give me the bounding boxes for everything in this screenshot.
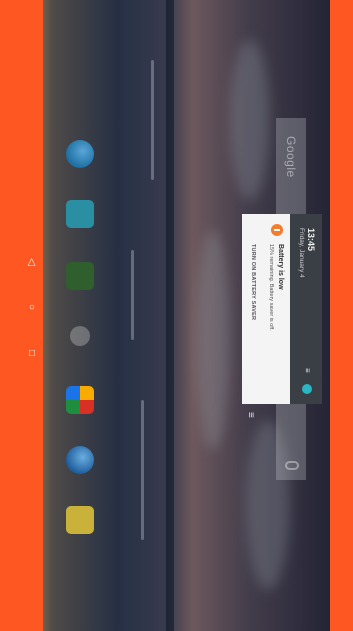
tune-icon[interactable]: ≡ <box>303 368 312 376</box>
clear-all-icon[interactable]: ≡ <box>245 412 256 418</box>
search-label: Google <box>284 136 298 178</box>
home-button[interactable]: ○ <box>25 304 37 310</box>
back-button[interactable]: ◁ <box>25 258 37 266</box>
camera-app[interactable] <box>66 200 94 228</box>
mic-icon[interactable] <box>285 461 299 470</box>
device-screen: Google 13:45 Friday, January 4 ≡ Battery… <box>0 0 353 631</box>
messaging-app[interactable] <box>66 262 94 290</box>
clock: 13:45 <box>306 228 316 252</box>
recents-button[interactable]: □ <box>25 350 37 356</box>
battery-saver-button[interactable]: TURN ON BATTERY SAVER <box>250 244 256 320</box>
navigation-bar: ◁ ○ □ <box>17 0 43 631</box>
avatar-icon[interactable] <box>302 384 312 394</box>
app-drawer-button[interactable] <box>70 326 90 346</box>
folder-app[interactable] <box>66 506 94 534</box>
horizon <box>166 0 174 631</box>
notification-shade: 13:45 Friday, January 4 ≡ Battery is low… <box>242 214 322 404</box>
cloud <box>196 230 230 450</box>
battery-notification[interactable]: Battery is low 15% remaining. Battery sa… <box>242 214 290 404</box>
wave <box>131 250 134 340</box>
notification-title: Battery is low <box>277 244 284 290</box>
google-apps-folder[interactable] <box>66 386 94 414</box>
date: Friday, January 4 <box>298 228 305 278</box>
globe-app[interactable] <box>66 446 94 474</box>
browser-app[interactable] <box>66 140 94 168</box>
notification-text: 15% remaining. Battery saver is off. <box>268 244 274 331</box>
wave <box>141 400 144 540</box>
shade-header: 13:45 Friday, January 4 ≡ <box>290 214 322 404</box>
cloud <box>230 40 270 200</box>
home-screen: Google 13:45 Friday, January 4 ≡ Battery… <box>17 0 330 631</box>
battery-icon <box>271 224 283 236</box>
wave <box>151 60 154 180</box>
